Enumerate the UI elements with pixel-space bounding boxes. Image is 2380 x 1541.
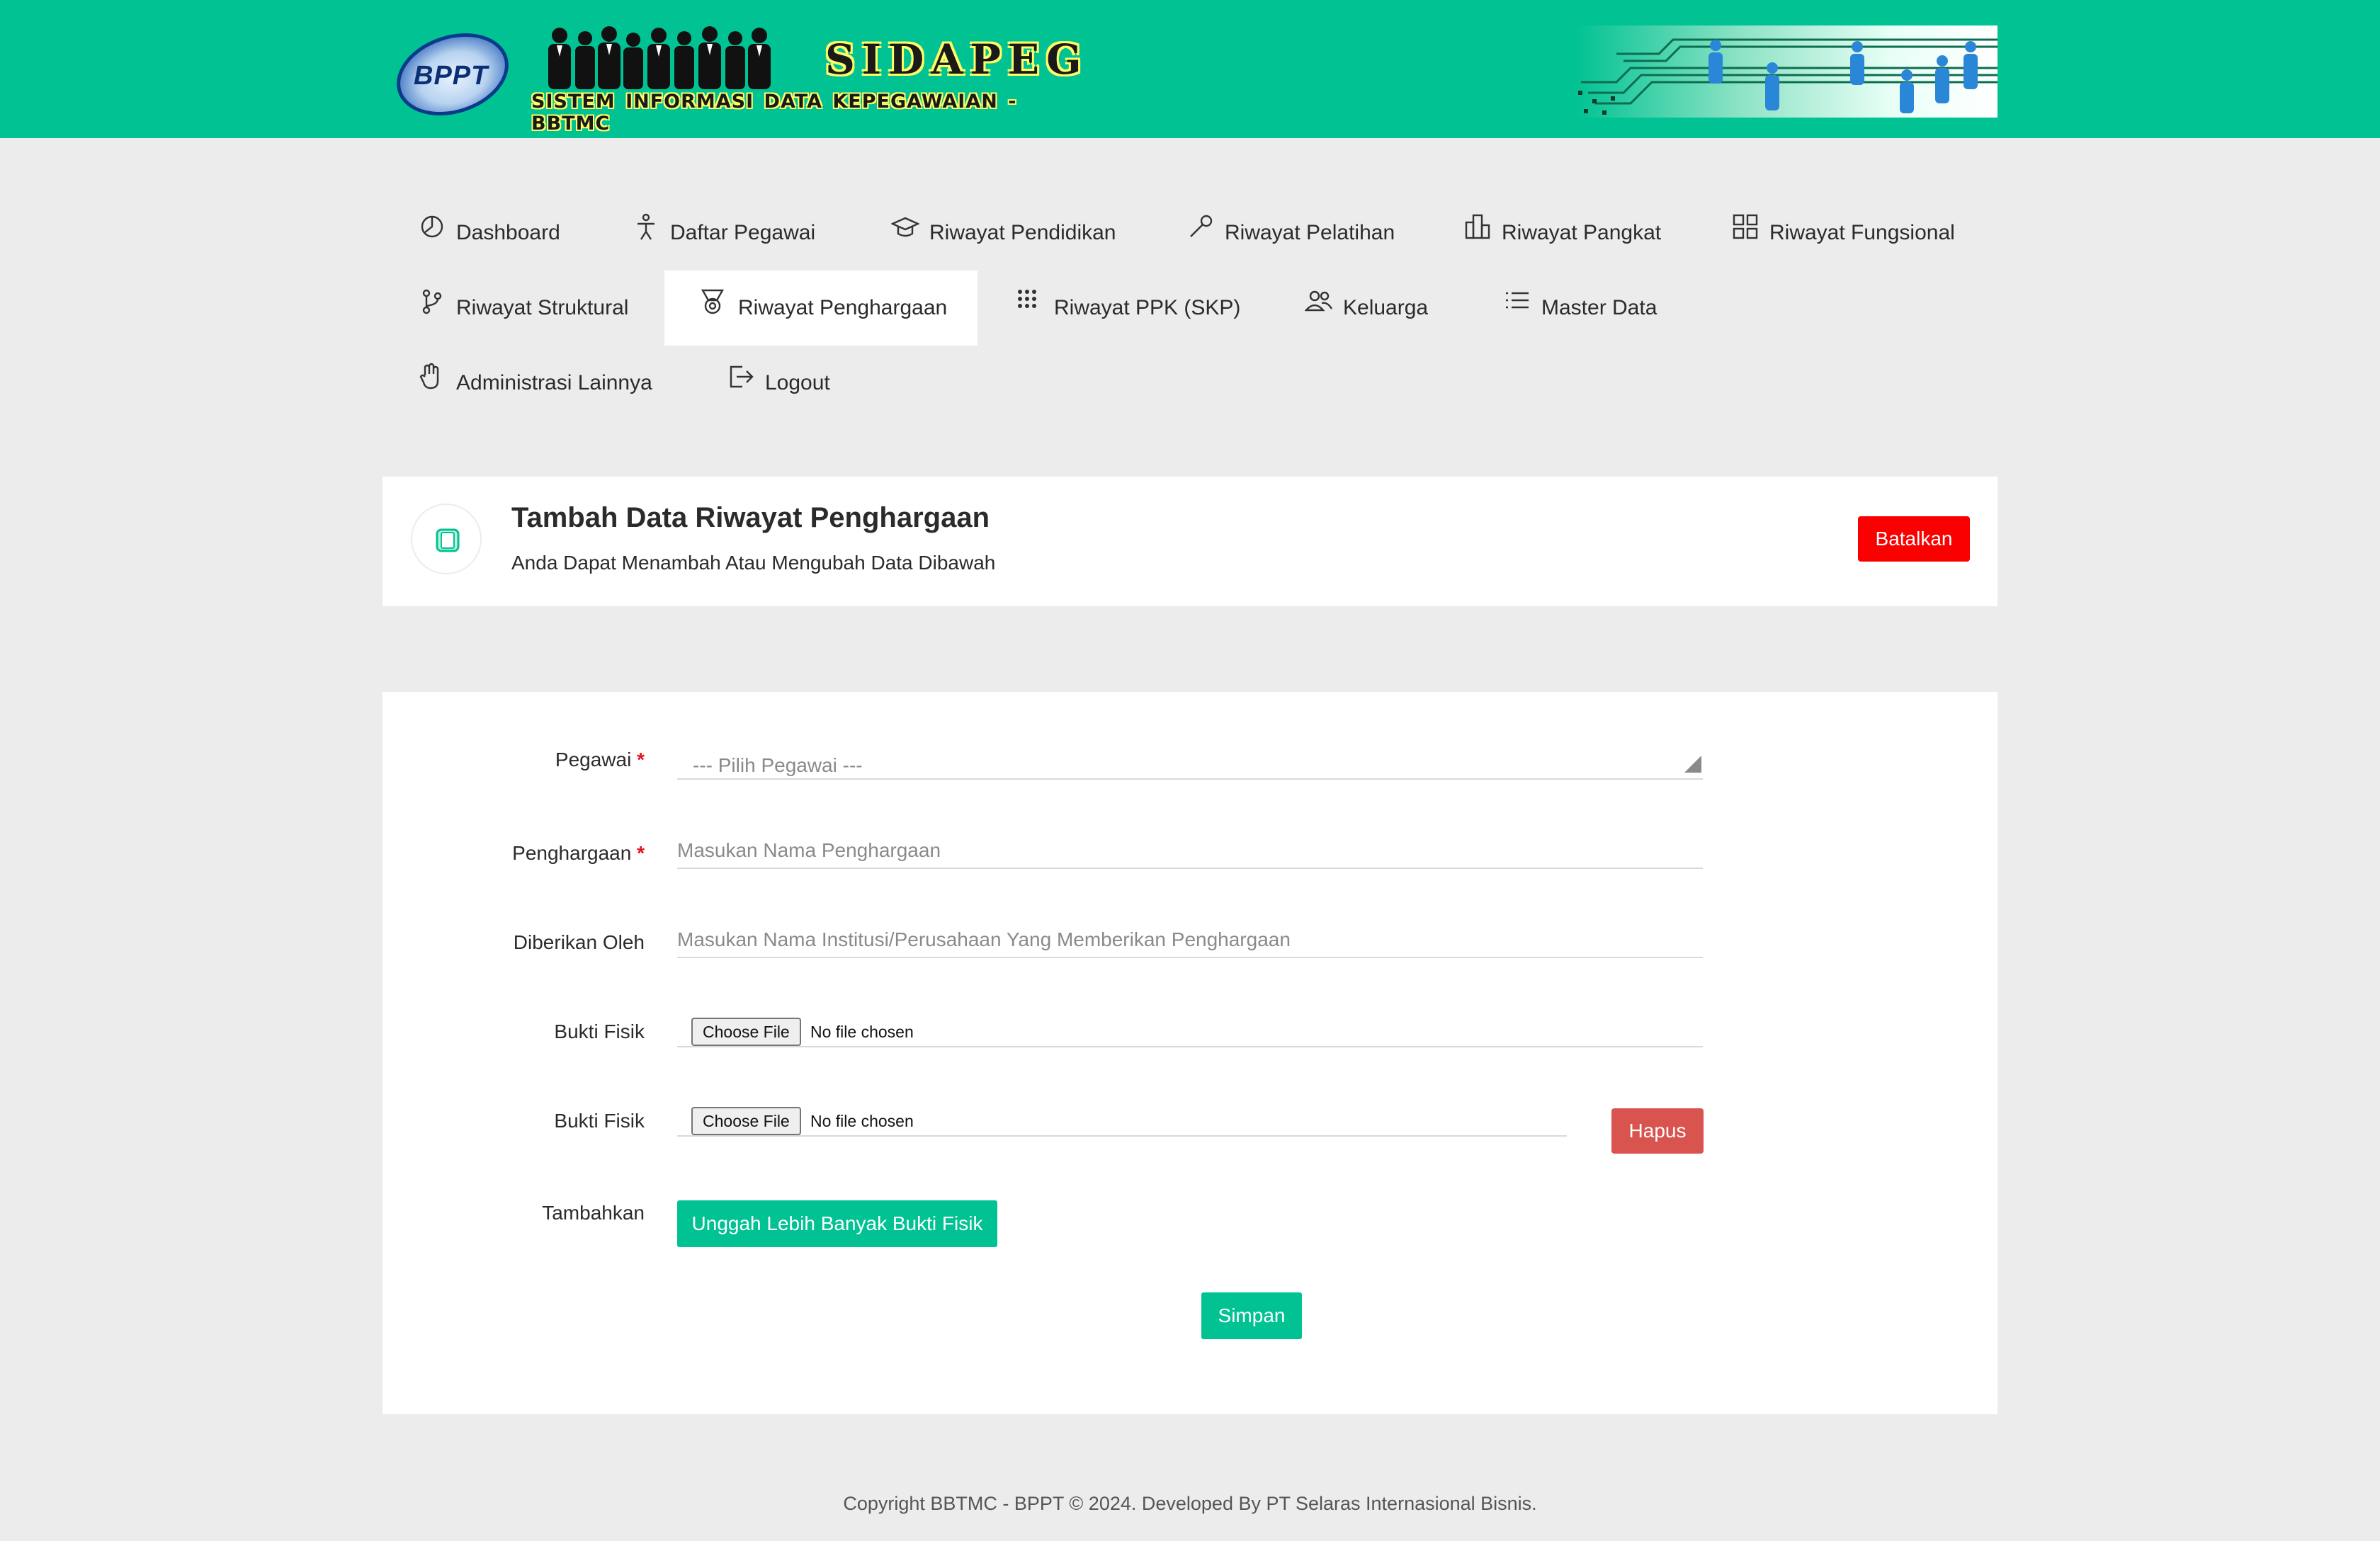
- penghargaan-label-text: Penghargaan: [512, 842, 632, 864]
- branch-icon: [422, 289, 442, 314]
- wrench-icon: [1190, 215, 1213, 237]
- dropdown-arrow-icon: [1684, 756, 1701, 773]
- graduation-cap-icon: [891, 217, 919, 237]
- page-subtitle: Anda Dapat Menambah Atau Mengubah Data D…: [511, 552, 996, 574]
- file-status: No file chosen: [810, 1023, 914, 1041]
- nav-label: Master Data: [1541, 296, 1658, 319]
- required-mark: *: [637, 749, 645, 770]
- form-panel: Pegawai * --- Pilih Pegawai --- Pengharg…: [382, 692, 1998, 1414]
- top-header-bar: BPPT SIDAPEG SISTEM INFORMASI DATA KEPEG…: [0, 0, 2380, 138]
- app-name: SIDAPEG: [825, 35, 1089, 84]
- penghargaan-input[interactable]: [677, 824, 1703, 868]
- bukti-fisik-file-input: Choose File No file chosen: [677, 1091, 1567, 1137]
- nav-riwayat-penghargaan[interactable]: Riwayat Penghargaan: [664, 271, 978, 346]
- nav-master-data[interactable]: Master Data: [1468, 271, 1657, 346]
- nav-label: Riwayat Pendidikan: [929, 221, 1116, 244]
- pegawai-select[interactable]: --- Pilih Pegawai ---: [677, 734, 1703, 780]
- brand-banner[interactable]: BPPT SIDAPEG SISTEM INFORMASI DATA KEPEG…: [382, 19, 1082, 135]
- penghargaan-field-wrapper: [677, 824, 1703, 869]
- nav-label: Keluarga: [1343, 296, 1429, 319]
- nav-riwayat-ppk[interactable]: Riwayat PPK (SKP): [980, 271, 1240, 346]
- crowd-silhouette-icon: [548, 26, 771, 89]
- pegawai-label: Pegawai *: [382, 749, 645, 771]
- nav-riwayat-pelatihan[interactable]: Riwayat Pelatihan: [1151, 195, 1395, 271]
- nav-riwayat-struktural[interactable]: Riwayat Struktural: [382, 271, 628, 346]
- bukti-fisik-file-input: Choose File No file chosen: [677, 1002, 1703, 1047]
- tablet-icon: [436, 528, 460, 552]
- dashboard-icon: [421, 215, 443, 238]
- page-icon-badge: [411, 504, 482, 574]
- nav-label: Riwayat Pelatihan: [1225, 221, 1395, 244]
- list-icon: [1506, 292, 1529, 309]
- footer-copyright: Copyright BBTMC - BPPT © 2024. Developed…: [843, 1493, 1537, 1514]
- circuit-people-illustration: [1578, 38, 1998, 115]
- nav-label: Dashboard: [456, 221, 560, 244]
- nav-riwayat-fungsional[interactable]: Riwayat Fungsional: [1696, 195, 1955, 271]
- nav-riwayat-pangkat[interactable]: Riwayat Pangkat: [1428, 195, 1661, 271]
- bukti-fisik-label: Bukti Fisik: [554, 1110, 645, 1132]
- delete-file-button[interactable]: Hapus: [1611, 1108, 1704, 1154]
- building-icon: [1465, 214, 1490, 239]
- users-icon: [1305, 290, 1333, 312]
- choose-file-button[interactable]: Choose File: [691, 1018, 801, 1046]
- nav-label: Logout: [765, 371, 830, 394]
- upload-more-button[interactable]: Unggah Lebih Banyak Bukti Fisik: [677, 1200, 997, 1247]
- bukti-fisik-label: Bukti Fisik: [554, 1020, 645, 1042]
- nav-dashboard[interactable]: Dashboard: [382, 195, 560, 271]
- nav-logout[interactable]: Logout: [691, 346, 830, 421]
- nav-daftar-pegawai[interactable]: Daftar Pegawai: [596, 195, 815, 271]
- diberikan-oleh-field-wrapper: [677, 913, 1703, 958]
- page-title: Tambah Data Riwayat Penghargaan: [511, 502, 990, 533]
- nav-label: Riwayat Penghargaan: [738, 296, 948, 319]
- nav-label: Daftar Pegawai: [670, 221, 816, 244]
- dots-grid-icon: [1018, 290, 1036, 308]
- grid-icon: [1733, 214, 1758, 239]
- nav-label: Riwayat Pangkat: [1502, 221, 1662, 244]
- file-status: No file chosen: [810, 1112, 914, 1130]
- diberikan-oleh-input[interactable]: [677, 913, 1703, 957]
- save-button[interactable]: Simpan: [1201, 1292, 1302, 1339]
- page-header-panel: Tambah Data Riwayat Penghargaan Anda Dap…: [382, 477, 1998, 606]
- diberikan-oleh-label: Diberikan Oleh: [513, 931, 645, 953]
- pegawai-label-text: Pegawai: [555, 749, 632, 770]
- pegawai-select-value: --- Pilih Pegawai ---: [693, 754, 863, 776]
- nav-riwayat-pendidikan[interactable]: Riwayat Pendidikan: [856, 195, 1116, 271]
- bppt-logo-text: BPPT: [414, 61, 489, 91]
- required-mark: *: [637, 842, 645, 864]
- penghargaan-label: Penghargaan *: [382, 842, 645, 865]
- app-subtitle: SISTEM INFORMASI DATA KEPEGAWAIAN - BBTM…: [531, 91, 1017, 135]
- nav-label: Riwayat PPK (SKP): [1054, 296, 1241, 319]
- nav-administrasi-lainnya[interactable]: Administrasi Lainnya: [382, 346, 652, 421]
- nav-label: Riwayat Struktural: [456, 296, 629, 319]
- nav-label: Riwayat Fungsional: [1769, 221, 1955, 244]
- choose-file-button[interactable]: Choose File: [691, 1107, 801, 1135]
- nav-label: Administrasi Lainnya: [456, 371, 652, 394]
- header-decoration: [1574, 25, 1998, 118]
- logout-icon: [730, 365, 754, 388]
- tambahkan-label: Tambahkan: [542, 1202, 645, 1224]
- hand-icon: [419, 363, 439, 389]
- cancel-button[interactable]: Batalkan: [1858, 516, 1970, 562]
- medal-icon: [701, 289, 725, 314]
- nav-keluarga[interactable]: Keluarga: [1269, 271, 1428, 346]
- person-icon: [638, 213, 654, 240]
